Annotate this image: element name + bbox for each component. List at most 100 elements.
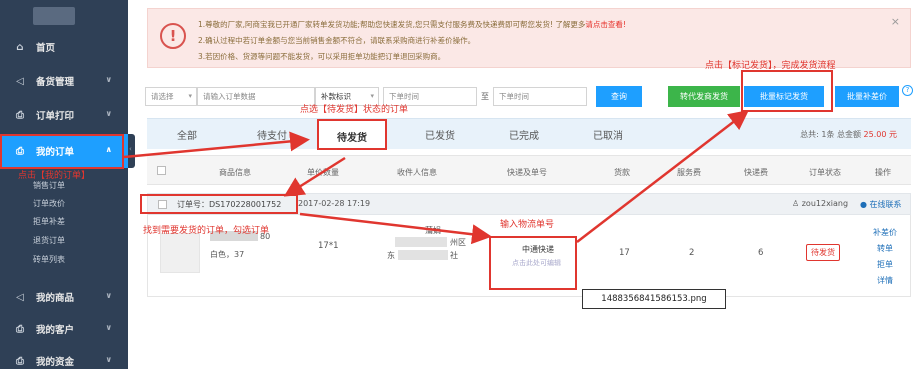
- order-date: 2017-02-28 17:19: [298, 199, 371, 208]
- highlight-order-checkbox: [140, 194, 298, 214]
- speaker-icon: ◁: [16, 291, 24, 303]
- contact-label: 在线联系: [869, 200, 902, 209]
- select-value: 请选择: [151, 92, 174, 101]
- order-summary: 总共: 1条 总金额 25.00 元: [800, 129, 897, 140]
- notice-link[interactable]: 请点击查看!: [585, 20, 626, 29]
- chevron-down-icon: ▾: [188, 92, 192, 100]
- tab-cancelled[interactable]: 已取消: [593, 127, 623, 142]
- notice-text: 1.尊敬的厂家,阿商宝我已开通厂家转单发货功能;帮助您快速发货,您只需支付服务费…: [198, 20, 586, 29]
- summary-amount: 25.00 元: [863, 130, 897, 139]
- sidebar: ⌂ 首页 ◁ 备货管理 ∨ ⎙ 订单打印 ∨ ⎙ 我的订单 ∧ 销售订单 订单改…: [0, 0, 128, 369]
- nav-label: 首页: [36, 43, 56, 54]
- query-button[interactable]: 查询: [596, 86, 642, 107]
- subitem-reject-diff[interactable]: 拒单补差: [33, 216, 65, 227]
- column-header: 商品信息: [219, 168, 251, 177]
- transfer-ship-button[interactable]: 转代发商发货: [668, 86, 740, 107]
- column-header: 操作: [875, 168, 891, 177]
- product-spec: 白色，37: [210, 250, 245, 259]
- annotation-click-pending-tab: 点选【待发货】状态的订单: [300, 105, 409, 115]
- column-header: 快递及单号: [507, 168, 547, 177]
- recipient-address-l3a: 东: [387, 251, 395, 260]
- subitem-sales-orders[interactable]: 销售订单: [33, 180, 65, 191]
- column-header: 收件人信息: [397, 168, 437, 177]
- nav-item-my-funds[interactable]: ⎙ 我的资金 ∨: [0, 344, 128, 378]
- alert-icon: !: [160, 23, 186, 49]
- nav-label: 订单打印: [36, 111, 75, 122]
- nav-label: 我的商品: [36, 293, 75, 304]
- online-contact-link[interactable]: ● 在线联系: [860, 199, 902, 210]
- action-transfer[interactable]: 转单: [877, 243, 893, 254]
- nav-item-stock[interactable]: ◁ 备货管理 ∨: [0, 64, 128, 98]
- chevron-left-icon: ‹: [129, 145, 132, 153]
- main-content: ! 1.尊敬的厂家,阿商宝我已开通厂家转单发货功能;帮助您快速发货,您只需支付服…: [135, 0, 915, 369]
- subitem-return-orders[interactable]: 退货订单: [33, 235, 65, 246]
- order-user: ♙ zou12xiang: [792, 199, 848, 208]
- batch-price-diff-button[interactable]: 批量补差价: [835, 86, 899, 107]
- end-time-input[interactable]: 下单时间: [493, 87, 587, 106]
- notice-line-2: 2.确认过程中若订单金额与您当前销售金额不符合，请联系采购商进行补差价操作。: [198, 36, 476, 45]
- goods-fee: 17: [619, 248, 630, 258]
- column-header: 订单状态: [809, 168, 841, 177]
- action-reject[interactable]: 拒单: [877, 259, 893, 270]
- nav-item-my-products[interactable]: ◁ 我的商品 ∨: [0, 280, 128, 314]
- nav-item-print[interactable]: ⎙ 订单打印 ∨: [0, 98, 128, 132]
- nav-label: 我的客户: [36, 325, 75, 336]
- column-header: 服务费: [677, 168, 701, 177]
- column-header: 快递费: [744, 168, 768, 177]
- status-badge: 待发货: [806, 244, 840, 261]
- annotation-input-tracking: 输入物流单号: [500, 220, 555, 230]
- chevron-down-icon: ∨: [105, 291, 113, 300]
- tab-shipped[interactable]: 已发货: [425, 127, 455, 142]
- printer-icon: ⎙: [16, 323, 24, 335]
- product-thumbnail[interactable]: [160, 233, 200, 273]
- redacted-address: [398, 250, 448, 260]
- redacted-address: [395, 237, 447, 247]
- action-price-diff[interactable]: 补差价: [873, 227, 897, 238]
- recipient-address-l2: 州区: [450, 238, 466, 247]
- subitem-order-reprice[interactable]: 订单改价: [33, 198, 65, 209]
- nav-item-my-customers[interactable]: ⎙ 我的客户 ∨: [0, 312, 128, 346]
- nav-item-home[interactable]: ⌂ 首页: [0, 30, 128, 64]
- chevron-down-icon: ∨: [105, 355, 113, 364]
- tab-all[interactable]: 全部: [177, 127, 197, 142]
- input-placeholder: 下单时间: [499, 92, 529, 101]
- nav-label: 我的资金: [36, 357, 75, 368]
- select-all-checkbox[interactable]: [157, 166, 166, 175]
- tab-pending-shipment[interactable]: 待发货: [317, 119, 387, 150]
- logo: [33, 7, 75, 25]
- printer-icon: ⎙: [16, 109, 24, 121]
- annotation-find-and-check: 找到需要发货的订单，勾选订单: [143, 226, 270, 236]
- chevron-down-icon: ∨: [105, 323, 113, 332]
- annotation-click-my-orders: 点击【我的订单】: [18, 171, 91, 181]
- highlight-tracking: [489, 236, 577, 290]
- close-icon[interactable]: ×: [891, 15, 900, 28]
- table-header: 商品信息 单价数量 收件人信息 快递及单号 货款 服务费 快递费 订单状态 操作: [147, 155, 911, 185]
- column-header: 单价数量: [307, 168, 339, 177]
- notice-line-1: 1.尊敬的厂家,阿商宝我已开通厂家转单发货功能;帮助您快速发货,您只需支付服务费…: [198, 19, 626, 30]
- printer-icon: ⎙: [16, 355, 24, 367]
- tab-completed[interactable]: 已完成: [509, 127, 539, 142]
- order-search-input[interactable]: 请输入订单数据: [197, 87, 315, 106]
- user-icon: ♙: [792, 199, 800, 208]
- help-icon[interactable]: ?: [902, 85, 913, 96]
- filename-tooltip: 1488356841586153.png: [582, 289, 726, 309]
- select-value: 补款标识: [321, 92, 351, 101]
- notice-line-3: 3.若因价格、货源等问题不能发货，可以采用拒单功能把订单退回采购商。: [198, 52, 446, 61]
- recipient-name: 蒲娟: [425, 226, 441, 235]
- chevron-down-icon: ∨: [105, 75, 113, 84]
- shipping-fee: 6: [758, 248, 764, 258]
- speaker-icon: ◁: [16, 75, 24, 87]
- chevron-down-icon: ∨: [105, 109, 113, 118]
- user-name: zou12xiang: [801, 199, 849, 208]
- input-placeholder: 请输入订单数据: [203, 92, 256, 101]
- highlight-batch-mark: [741, 70, 833, 112]
- person-icon: ●: [860, 200, 867, 209]
- subitem-transfer-list[interactable]: 砖单列表: [33, 254, 65, 265]
- action-detail[interactable]: 详情: [877, 275, 893, 286]
- column-header: 货款: [614, 168, 630, 177]
- tab-pending-payment[interactable]: 待支付: [257, 127, 287, 142]
- status-select[interactable]: 请选择 ▾: [145, 87, 197, 106]
- price-quantity: 17*1: [318, 241, 339, 251]
- range-separator: 至: [481, 92, 489, 101]
- sidebar-collapse-handle[interactable]: ‹: [128, 134, 135, 168]
